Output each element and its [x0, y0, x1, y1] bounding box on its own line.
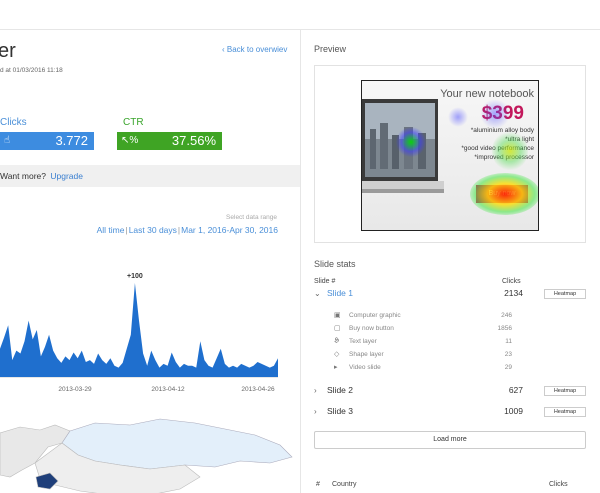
ad-price: $399 — [481, 103, 524, 124]
slide-clicks: 2134 — [504, 288, 523, 298]
slide-row-2[interactable]: › Slide 2 627 Heatmap — [314, 385, 586, 399]
layer-name: Computer graphic — [349, 312, 401, 319]
x-tick-label: 2013-04-26 — [241, 386, 275, 393]
layer-clicks: 23 — [504, 351, 512, 358]
ad-feature: *improved processor — [474, 154, 534, 161]
clicks-stat: Clicks ☝ 3.772 — [0, 115, 94, 150]
range-all-time[interactable]: All time — [97, 225, 125, 235]
page-title: er — [0, 40, 16, 62]
chevron-down-icon[interactable]: ⌄ — [314, 289, 321, 298]
ctr-label: CTR — [123, 117, 144, 128]
video-icon: ▸ — [334, 364, 338, 371]
shape-icon: ◇ — [334, 351, 340, 358]
world-map — [0, 418, 293, 493]
preview-title: Preview — [314, 44, 347, 54]
layer-row: ▢ Buy now button 1856 — [334, 324, 512, 336]
chevron-right-icon[interactable]: › — [314, 386, 317, 395]
touch-icon: ☝ — [4, 135, 11, 146]
x-tick-label: 2013-03-29 — [58, 386, 92, 393]
layer-clicks: 246 — [501, 312, 512, 319]
range-separator: | — [177, 225, 181, 235]
ctr-value: 37.56% — [171, 133, 216, 148]
ad-buy-button[interactable]: Buy now — [476, 185, 528, 203]
x-tick-label: 2013-04-12 — [151, 386, 185, 393]
clicks-bar: ☝ 3.772 — [0, 132, 94, 150]
slide-stats-title: Slide stats — [314, 259, 356, 269]
range-last-30-days[interactable]: Last 30 days — [129, 225, 177, 235]
date-range-title: Select data range — [226, 214, 277, 221]
ctr-bar: ↖% 37.56% — [117, 132, 222, 150]
slide-clicks: 1009 — [504, 406, 523, 416]
layer-row: 𝕳 Text layer 11 — [334, 337, 512, 349]
range-custom[interactable]: Mar 1, 2016-Apr 30, 2016 — [181, 225, 278, 235]
text-icon: 𝕳 — [334, 337, 339, 344]
col-clicks-header: Clicks — [502, 278, 521, 285]
peak-annotation: +100 — [127, 273, 143, 280]
layer-name: Text layer — [349, 338, 377, 345]
image-icon: ▣ — [334, 312, 341, 319]
layer-clicks: 1856 — [497, 325, 512, 332]
updated-timestamp: d at 01/03/2016 11:18 — [0, 67, 63, 74]
layer-name: Shape layer — [349, 351, 384, 358]
col-country-header: Country — [332, 481, 357, 488]
preview-box: Your new notebook $399 *aluminium alloy … — [314, 65, 586, 243]
slide-row-1[interactable]: ⌄ Slide 1 2134 Heatmap — [314, 288, 586, 302]
layer-name: Video slide — [349, 364, 381, 371]
slide-clicks: 627 — [508, 385, 523, 395]
heatmap-button[interactable]: Heatmap — [544, 407, 586, 417]
back-to-overview-link[interactable]: ‹ Back to overwiev — [222, 45, 287, 54]
ad-feature: *aluminium alloy body — [470, 127, 534, 134]
ad-feature: *ultra light — [505, 136, 534, 143]
clicks-area-series — [0, 283, 278, 377]
top-bar — [0, 0, 600, 30]
slide-name[interactable]: Slide 2 — [327, 385, 353, 395]
ad-feature: *good video performance — [461, 145, 534, 152]
ad-features: *aluminium alloy body *ultra light *good… — [461, 126, 534, 162]
overview-panel: er d at 01/03/2016 11:18 ‹ Back to overw… — [0, 30, 300, 493]
ad-preview: Your new notebook $399 *aluminium alloy … — [361, 80, 539, 231]
upgrade-text: Want more? — [0, 171, 46, 181]
ad-title: Your new notebook — [440, 88, 534, 100]
ctr-stat: CTR ↖% 37.56% — [117, 115, 222, 150]
clicks-value: 3.772 — [55, 133, 88, 148]
cursor-percent-icon: ↖% — [121, 135, 139, 146]
layer-clicks: 29 — [504, 364, 512, 371]
date-range-options: All time|Last 30 days|Mar 1, 2016-Apr 30… — [97, 225, 278, 235]
col-slide-header: Slide # — [314, 278, 336, 285]
layer-name: Buy now button — [349, 325, 394, 332]
upgrade-banner: Want more? Upgrade — [0, 165, 300, 187]
clicks-label: Clicks — [0, 117, 27, 128]
col-country-clicks-header: Clicks — [549, 481, 568, 488]
heatmap-button[interactable]: Heatmap — [544, 386, 586, 396]
upgrade-link[interactable]: Upgrade — [50, 171, 83, 181]
slide-name[interactable]: Slide 3 — [327, 406, 353, 416]
slide-row-3[interactable]: › Slide 3 1009 Heatmap — [314, 406, 586, 420]
heatmap-button[interactable]: Heatmap — [544, 289, 586, 299]
chevron-right-icon[interactable]: › — [314, 407, 317, 416]
laptop-image — [362, 99, 444, 193]
layer-clicks: 11 — [505, 338, 512, 345]
layer-row: ▣ Computer graphic 246 — [334, 311, 512, 323]
layer-row: ◇ Shape layer 23 — [334, 350, 512, 362]
layer-row: ▸ Video slide 29 — [334, 363, 512, 375]
details-panel: Preview Your new notebook $399 *aluminiu… — [300, 30, 600, 493]
clicks-chart: 2013-03-29 2013-04-12 2013-04-26 +100 — [0, 273, 278, 393]
load-more-button[interactable]: Load more — [314, 431, 586, 449]
button-icon: ▢ — [334, 325, 341, 332]
heatmap-blob — [448, 107, 468, 127]
col-index-header: # — [316, 481, 320, 488]
slide-name[interactable]: Slide 1 — [327, 288, 353, 298]
range-separator: | — [125, 225, 128, 235]
